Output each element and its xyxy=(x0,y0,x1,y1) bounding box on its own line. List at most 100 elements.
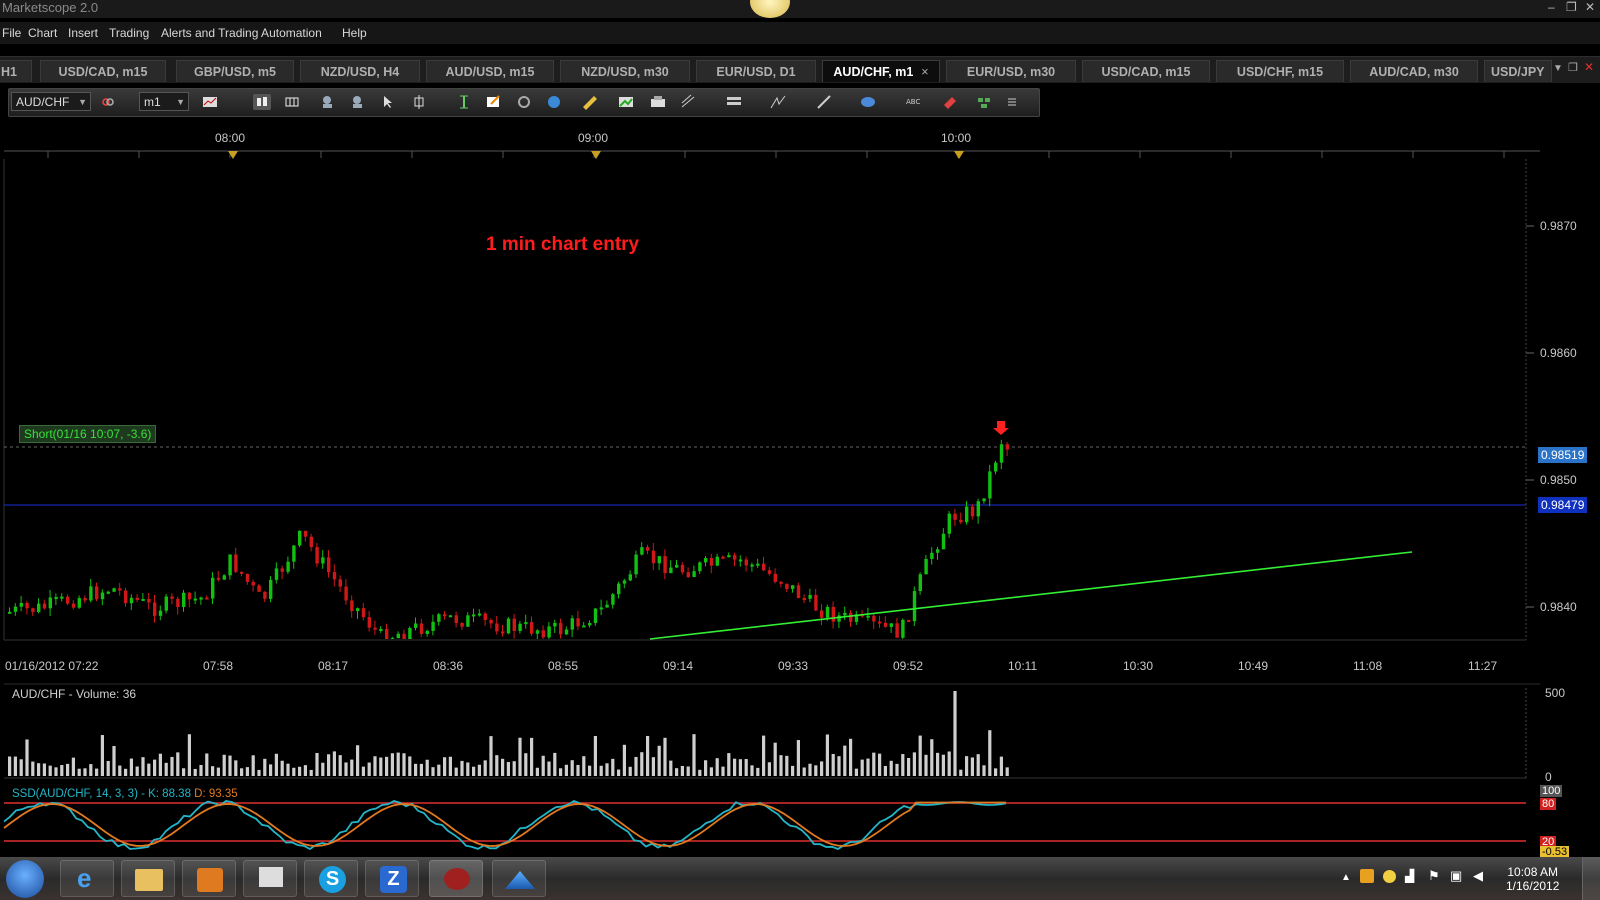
candle-body xyxy=(762,563,766,571)
candle-body xyxy=(982,498,986,502)
tray-app-icon[interactable] xyxy=(1360,869,1374,883)
candle-body xyxy=(953,513,957,520)
candle-body xyxy=(628,574,632,581)
volume-bar xyxy=(251,755,255,776)
show-desktop-button[interactable] xyxy=(1582,857,1600,900)
volume-bar xyxy=(321,762,325,776)
volume-bar xyxy=(988,730,992,776)
skype-icon[interactable]: S xyxy=(304,860,358,897)
volume-bar xyxy=(663,737,667,776)
volume-bar xyxy=(501,758,505,776)
z-app-icon[interactable]: Z xyxy=(365,860,419,897)
volume-bar xyxy=(796,740,800,776)
volume-bar xyxy=(686,766,690,776)
volume-bar xyxy=(390,753,394,776)
short-position-label[interactable]: Short(01/16 10:07, -3.6) xyxy=(19,425,157,443)
sell-arrow-icon xyxy=(993,421,1009,435)
tray-status-icon[interactable] xyxy=(1383,870,1396,883)
volume-bar xyxy=(535,767,539,776)
candle-body xyxy=(48,597,52,609)
candle-body xyxy=(564,629,569,635)
volume-bar xyxy=(193,768,197,776)
candle-body xyxy=(936,549,940,553)
oscillator-k-value: K: 88.38 xyxy=(148,788,191,800)
candle-body xyxy=(141,598,145,601)
volume-bar xyxy=(19,759,23,776)
candle-body xyxy=(298,530,302,546)
media-player-icon[interactable] xyxy=(182,860,236,897)
x-axis-label: 09:33 xyxy=(778,659,809,673)
candle-body xyxy=(303,530,308,537)
signal-icon[interactable]: ▟ xyxy=(1405,869,1414,883)
chart-annotation-text[interactable]: 1 min chart entry xyxy=(486,234,639,256)
volume-icon[interactable]: ◀ xyxy=(1473,868,1483,884)
candle-body xyxy=(866,615,870,618)
candle-body xyxy=(727,555,731,558)
volume-bar xyxy=(443,757,447,776)
candle-body xyxy=(42,603,47,609)
candle-body xyxy=(182,592,186,608)
volume-bar xyxy=(912,752,916,776)
volume-bar xyxy=(402,753,406,776)
candle-body xyxy=(332,572,337,580)
volume-bar xyxy=(477,764,481,776)
candle-body xyxy=(263,591,267,599)
oscillator-name: SSD(AUD/CHF, 14, 3, 3) - xyxy=(12,788,145,800)
candle-body xyxy=(820,610,824,618)
volume-bar xyxy=(756,767,760,776)
candle-body xyxy=(785,583,789,589)
volume-bar xyxy=(118,765,122,776)
candle-body xyxy=(640,547,644,555)
volume-bar xyxy=(843,745,847,776)
file-explorer-icon[interactable] xyxy=(121,860,175,897)
volume-bar xyxy=(205,753,209,776)
candle-body xyxy=(651,550,656,564)
candle-body xyxy=(756,563,760,566)
candle-body xyxy=(60,596,64,599)
marketscope-app-icon[interactable] xyxy=(429,860,483,897)
volume-bar xyxy=(199,764,203,776)
volume-bar xyxy=(541,755,545,776)
volume-axis-label: 500 xyxy=(1545,686,1566,700)
volume-bar xyxy=(60,765,64,776)
volume-bar xyxy=(379,757,383,776)
candle-body xyxy=(924,558,928,575)
candle-body xyxy=(999,444,1004,463)
candle-body xyxy=(344,586,348,601)
candle-body xyxy=(129,597,134,604)
chart-app-icon[interactable] xyxy=(492,860,546,897)
windows-start-icon[interactable] xyxy=(6,860,44,898)
volume-bar xyxy=(617,769,621,776)
candle-body xyxy=(744,559,748,566)
x-axis-label: 10:11 xyxy=(1008,659,1038,673)
candle-body xyxy=(211,577,215,599)
candle-body xyxy=(13,606,18,612)
tray-expand-icon[interactable]: ▲ xyxy=(1341,872,1351,883)
x-axis-label: 10:30 xyxy=(1123,659,1154,673)
candle-body xyxy=(466,615,470,627)
candle-body xyxy=(385,628,389,639)
volume-bar xyxy=(228,755,232,776)
volume-bar xyxy=(547,761,551,776)
volume-bar xyxy=(31,761,35,776)
candle-body xyxy=(669,567,673,574)
candle-body xyxy=(489,620,493,624)
volume-bar xyxy=(733,758,737,776)
candle-body xyxy=(901,619,905,638)
candle-body xyxy=(472,614,476,617)
volume-bar xyxy=(425,759,429,776)
oscillator-panel-title: SSD(AUD/CHF, 14, 3, 3) - K: 88.38 D: 93.… xyxy=(12,788,238,800)
presentation-icon[interactable] xyxy=(243,860,297,897)
volume-bar xyxy=(715,758,719,776)
internet-explorer-icon[interactable]: e xyxy=(60,860,114,897)
volume-bar xyxy=(460,760,464,776)
volume-bar xyxy=(530,737,534,776)
candle-body xyxy=(524,622,528,625)
flag-icon[interactable]: ⚑ xyxy=(1428,868,1440,884)
network-icon[interactable]: ▣ xyxy=(1450,868,1462,884)
volume-bar xyxy=(187,734,191,776)
volume-bar xyxy=(593,736,597,776)
system-clock[interactable]: 10:08 AM 1/16/2012 xyxy=(1506,865,1559,893)
volume-bar xyxy=(37,763,41,776)
candle-body xyxy=(686,572,690,577)
